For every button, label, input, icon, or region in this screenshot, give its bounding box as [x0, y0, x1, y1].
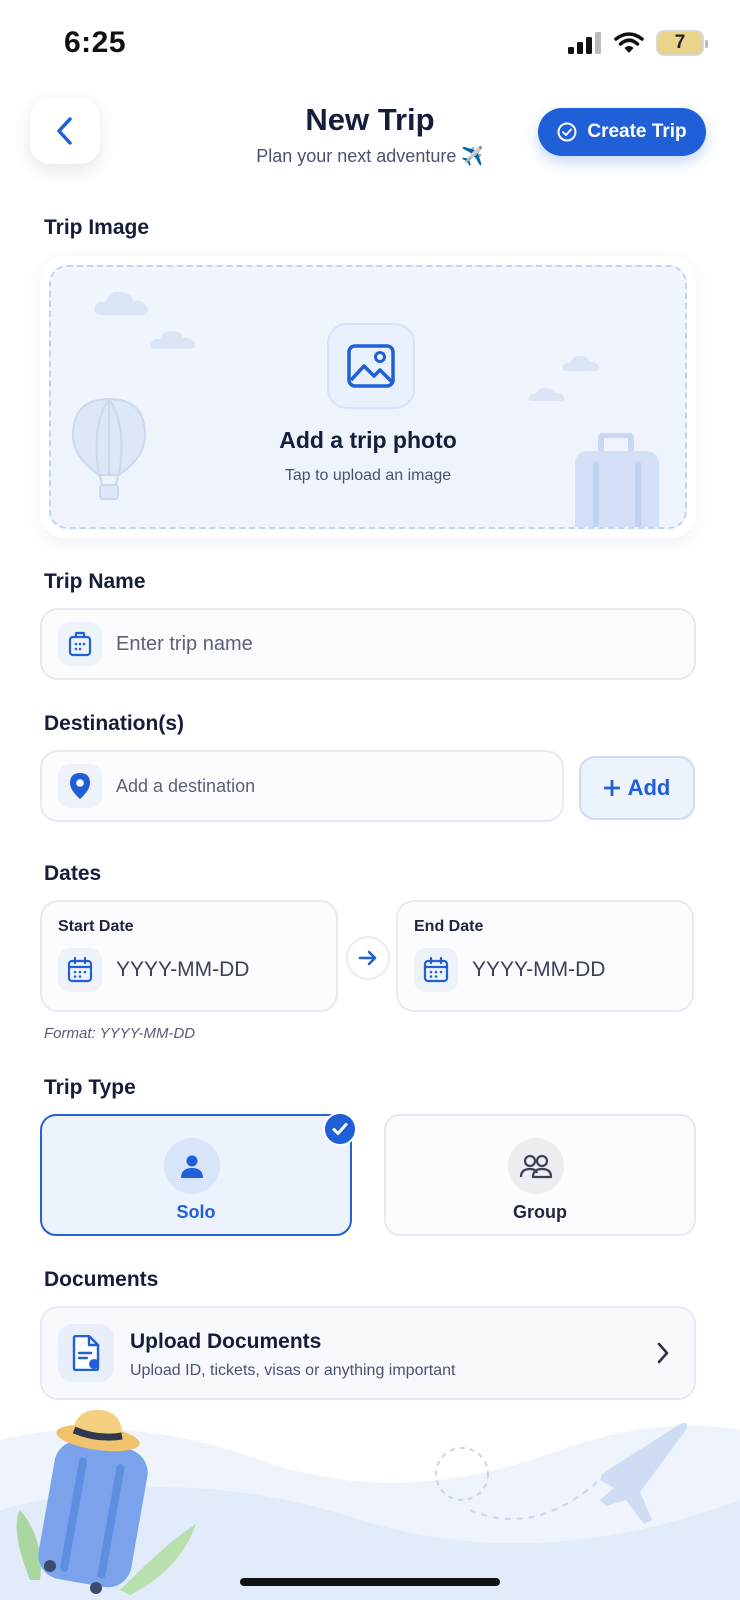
destinations-label: Destination(s) [44, 712, 185, 735]
cloud-icon [562, 355, 600, 371]
destination-field[interactable]: Add a destination [40, 750, 564, 822]
wifi-icon [614, 32, 644, 53]
dates-label: Dates [44, 862, 102, 885]
trip-type-solo[interactable]: Solo [40, 1114, 352, 1236]
location-pin-icon [70, 773, 90, 799]
person-icon [181, 1155, 203, 1178]
arrow-right-icon [358, 950, 377, 966]
image-icon [347, 344, 395, 388]
status-time: 6:25 [64, 26, 127, 59]
solo-icon-circle [164, 1138, 220, 1194]
trip-name-label: Trip Name [44, 570, 146, 593]
trip-photo-upload[interactable]: Add a trip photo Tap to upload an image [40, 256, 696, 538]
cloud-icon [150, 330, 196, 349]
travel-illustration [0, 1409, 740, 1600]
group-icon [519, 1154, 553, 1179]
start-date-input[interactable]: YYYY-MM-DD [116, 958, 249, 982]
selected-check-icon [323, 1112, 357, 1146]
calendar-icon-box [414, 948, 458, 992]
calendar-icon [423, 957, 449, 983]
documents-label: Documents [44, 1268, 159, 1291]
add-destination-button[interactable]: Add [579, 756, 695, 820]
date-arrow [346, 936, 390, 980]
upload-documents-title: Upload Documents [130, 1330, 322, 1353]
upload-title: Add a trip photo [279, 427, 457, 453]
chevron-right-icon [657, 1342, 669, 1364]
group-icon-circle [508, 1138, 564, 1194]
cloud-icon [528, 387, 565, 401]
pin-icon-box [58, 764, 102, 808]
solo-label: Solo [176, 1202, 216, 1222]
calendar-icon-box [58, 948, 102, 992]
status-icons: 7 [568, 30, 708, 56]
cloud-icon [94, 291, 148, 315]
trip-name-input[interactable]: Enter trip name [116, 633, 253, 656]
check-circle-icon [557, 122, 577, 142]
group-label: Group [513, 1202, 567, 1222]
upload-documents-row[interactable]: Upload Documents Upload ID, tickets, vis… [40, 1306, 696, 1400]
calendar-icon [67, 957, 93, 983]
add-destination-label: Add [627, 775, 671, 800]
signal-icon [568, 32, 601, 54]
start-date-field[interactable]: Start Date YYYY-MM-DD [40, 900, 338, 1012]
end-date-input[interactable]: YYYY-MM-DD [472, 958, 605, 982]
trip-type-label: Trip Type [44, 1076, 136, 1099]
document-icon [72, 1335, 100, 1371]
upload-dropzone[interactable]: Add a trip photo Tap to upload an image [49, 265, 687, 529]
end-date-field[interactable]: End Date YYYY-MM-DD [396, 900, 694, 1012]
luggage-icon-box [58, 622, 102, 666]
add-photo-button[interactable] [327, 323, 415, 409]
plus-icon [603, 780, 620, 796]
home-indicator [240, 1578, 500, 1586]
battery-icon: 7 [656, 30, 708, 56]
trip-image-label: Trip Image [44, 216, 150, 239]
upload-subtitle: Tap to upload an image [284, 467, 452, 484]
trip-name-field[interactable]: Enter trip name [40, 608, 696, 680]
create-trip-button[interactable]: Create Trip [538, 108, 706, 156]
end-date-label: End Date [414, 918, 484, 935]
upload-documents-subtitle: Upload ID, tickets, visas or anything im… [130, 1362, 456, 1379]
destination-input[interactable]: Add a destination [116, 776, 255, 797]
luggage-icon [68, 631, 92, 657]
create-trip-label: Create Trip [587, 121, 687, 142]
trip-type-group[interactable]: Group [384, 1114, 696, 1236]
date-format-hint: Format: YYYY-MM-DD [44, 1025, 196, 1042]
document-icon-box [58, 1324, 114, 1382]
start-date-label: Start Date [58, 918, 134, 935]
